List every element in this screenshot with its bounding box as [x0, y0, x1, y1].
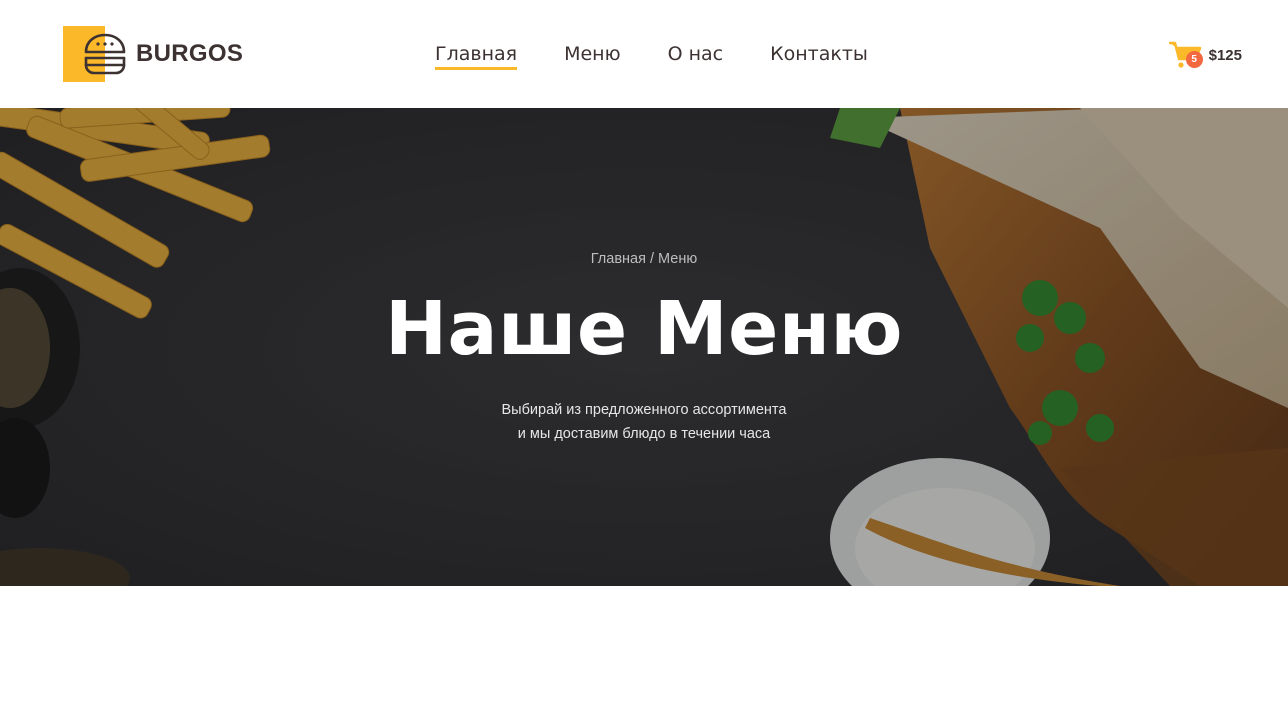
cart-icon-wrap: 5: [1168, 40, 1203, 70]
hero-banner: Главная / Меню Наше Меню Выбирай из пред…: [0, 108, 1288, 586]
hero-subtitle-line1: Выбирай из предложенного ассортимента: [501, 402, 787, 418]
nav-item-menu[interactable]: Меню: [564, 40, 621, 70]
cart-total: $125: [1208, 46, 1242, 64]
breadcrumb-current: Меню: [658, 251, 698, 267]
hero-subtitle: Выбирай из предложенного ассортимента и …: [0, 398, 1288, 446]
breadcrumb: Главная / Меню: [0, 251, 1288, 267]
hero-subtitle-line2: и мы доставим блюдо в течении часа: [517, 426, 771, 442]
cart-count-badge: 5: [1185, 51, 1203, 68]
breadcrumb-separator: /: [649, 251, 659, 267]
page-title: Наше Меню: [385, 286, 903, 372]
brand-logo[interactable]: BURGOS: [63, 26, 243, 82]
breadcrumb-home[interactable]: Главная: [591, 251, 650, 267]
main-nav: Главная Меню О нас Контакты: [435, 40, 868, 70]
nav-item-home[interactable]: Главная: [435, 40, 518, 70]
nav-item-about[interactable]: О нас: [668, 40, 724, 70]
site-header: BURGOS Главная Меню О нас Контакты 5 $12…: [0, 0, 1288, 108]
nav-item-contacts[interactable]: Контакты: [770, 40, 868, 70]
burger-icon: [84, 33, 126, 75]
cart-button[interactable]: 5 $125: [1168, 40, 1242, 70]
brand-name: BURGOS: [136, 40, 244, 67]
